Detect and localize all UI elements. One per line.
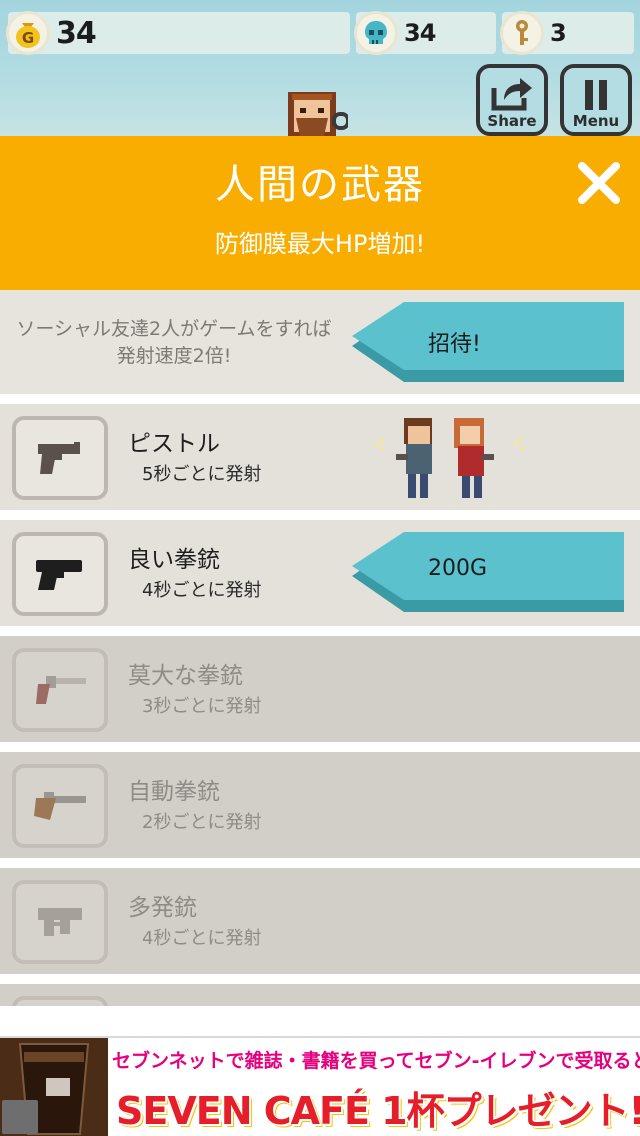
player-character: [288, 92, 350, 140]
weapon-list[interactable]: ソーシャル友達2人がゲームをすれば発射速度2倍! 招待! ピストル 5秒ごとに発…: [0, 290, 640, 1006]
ad-info-icon[interactable]: [2, 1100, 38, 1134]
weapon-name: 多発銃: [128, 895, 197, 921]
panel-title: 人間の武器: [215, 162, 425, 208]
weapon-name: 莫大な拳銃: [128, 663, 243, 689]
weapon-name: 自動拳銃: [128, 779, 220, 805]
menu-button[interactable]: Menu: [560, 64, 632, 136]
weapon-name: 良い拳銃: [128, 547, 220, 573]
buy-button[interactable]: 200G: [352, 532, 624, 612]
weapon-row[interactable]: ピストル 5秒ごとに発射: [0, 404, 640, 510]
pause-icon: [585, 80, 607, 110]
panel-header: 人間の武器 防御膜最大HP増加!: [0, 136, 640, 290]
key-icon: [500, 11, 544, 55]
invite-button[interactable]: 招待!: [352, 302, 624, 382]
gold-count: 34: [56, 15, 97, 51]
gold-icon-letter: G: [22, 29, 34, 47]
weapon-row: 莫大な拳銃 3秒ごとに発射: [0, 636, 640, 742]
gold-counter: G 34: [6, 11, 350, 55]
zombie-count: 34: [404, 19, 436, 47]
ad-banner[interactable]: セブンネットで雑誌・書籍を買ってセブン-イレブンで受取ると SEVEN CAFÉ…: [0, 1036, 640, 1136]
menu-label: Menu: [572, 112, 620, 130]
close-button[interactable]: [574, 158, 624, 208]
gold-bag-icon: G: [6, 11, 50, 55]
game-hud: G 34 34 3 Share Menu: [0, 0, 640, 140]
weapon-rate: 5秒ごとに発射: [142, 464, 262, 485]
pistol-icon: [12, 416, 108, 500]
zombie-counter: 34: [354, 11, 496, 55]
weapon-rate: 2秒ごとに発射: [142, 812, 262, 833]
share-button[interactable]: Share: [476, 64, 548, 136]
skull-icon: [354, 11, 398, 55]
weapon-row: 多発銃 4秒ごとに発射: [0, 868, 640, 974]
close-icon: [578, 162, 620, 204]
handgun-icon: [12, 532, 108, 616]
ad-text-top: セブンネットで雑誌・書籍を買ってセブン-イレブンで受取ると: [112, 1050, 640, 1072]
ad-text-main: SEVEN CAFÉ 1杯プレゼント!: [116, 1089, 640, 1133]
weapon-name: ピストル: [128, 431, 220, 457]
revolver-icon: [12, 648, 108, 732]
weapon-rate: 3秒ごとに発射: [142, 696, 262, 717]
key-count: 3: [550, 19, 567, 47]
smg-icon: [12, 880, 108, 964]
invite-button-label: 招待!: [428, 332, 481, 357]
weapon-row: 自動拳銃 2秒ごとに発射: [0, 752, 640, 858]
share-icon: [491, 78, 532, 111]
invite-row: ソーシャル友達2人がゲームをすれば発射速度2倍! 招待!: [0, 290, 640, 394]
panel-subtitle: 防御膜最大HP増加!: [214, 230, 426, 258]
price-label: 200G: [428, 556, 488, 581]
key-counter: 3: [500, 11, 634, 55]
weapon-row: [0, 984, 640, 1006]
flintlock-icon: [12, 764, 108, 848]
equipped-characters: [370, 412, 530, 508]
weapon-rate: 4秒ごとに発射: [142, 580, 262, 601]
weapon-rate: 4秒ごとに発射: [142, 928, 262, 949]
share-label: Share: [487, 112, 537, 130]
weapon-icon-box: [12, 996, 108, 1006]
invite-text: ソーシャル友達2人がゲームをすれば発射速度2倍!: [16, 318, 332, 367]
weapon-row[interactable]: 良い拳銃 4秒ごとに発射 200G: [0, 520, 640, 626]
